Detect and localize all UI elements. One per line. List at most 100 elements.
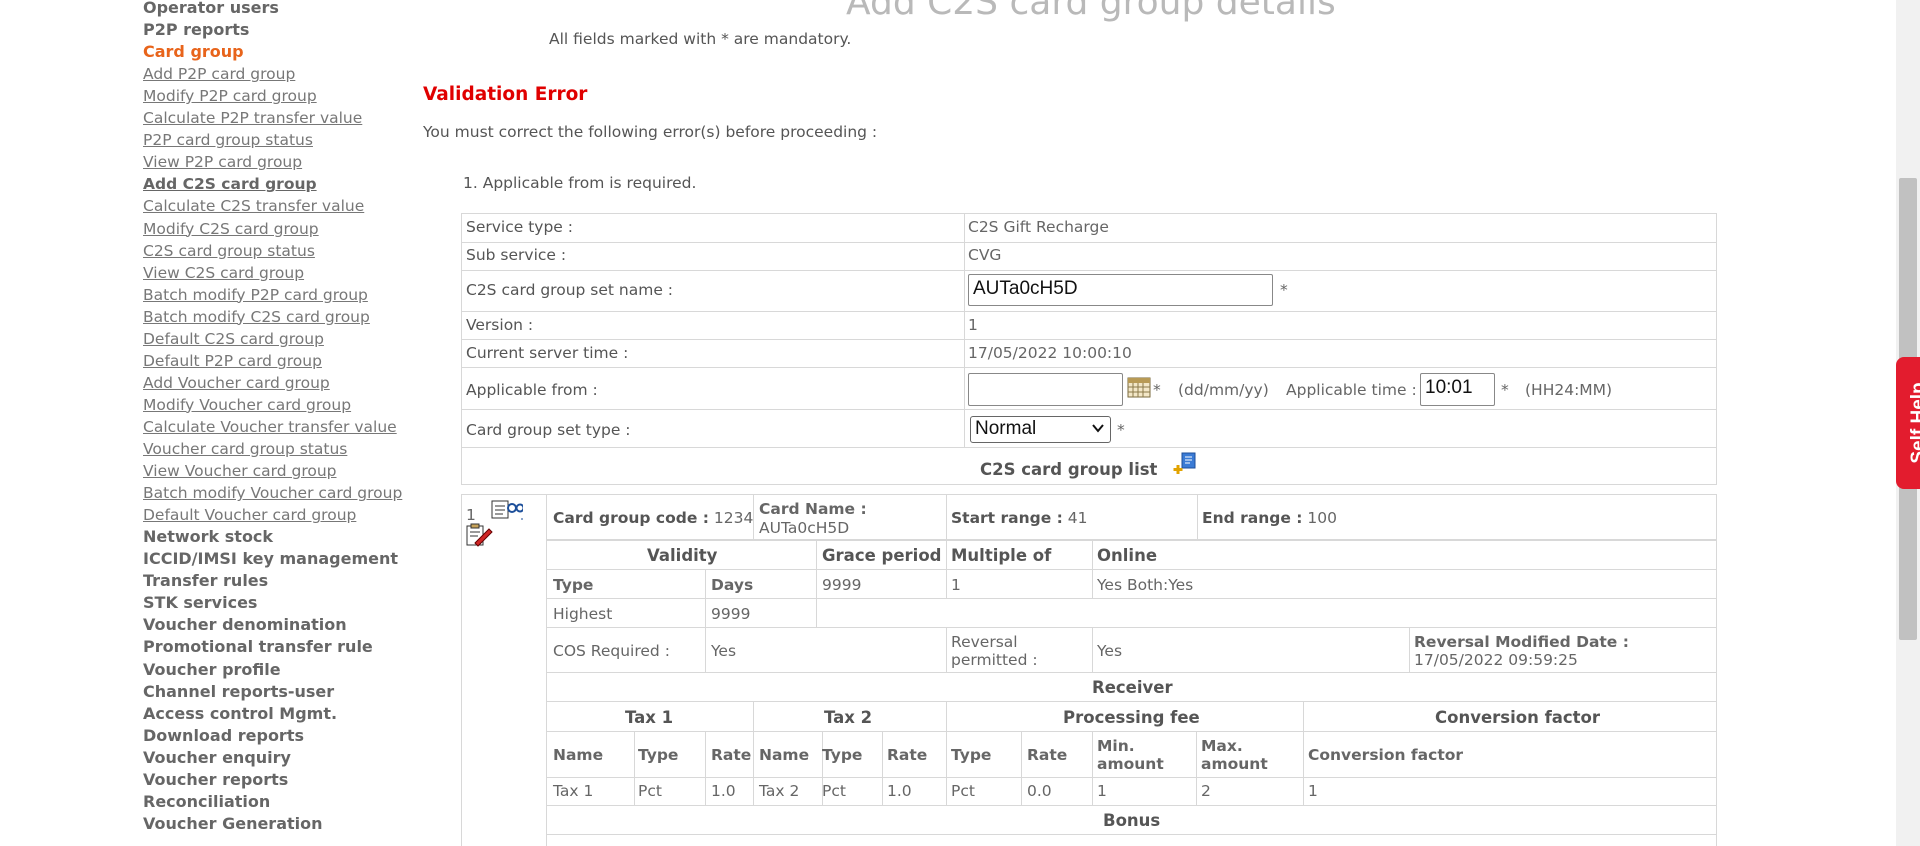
conversion-col: Conversion factor (1308, 746, 1464, 764)
tax2-header: Tax 2 (824, 708, 873, 727)
calendar-icon[interactable] (1127, 376, 1151, 398)
receiver-header: Receiver (1092, 678, 1173, 697)
sidebar-item-view-c2s-card-group[interactable]: View C2S card group (143, 263, 304, 283)
row-divider (546, 598, 1717, 599)
tax1-type-value: Pct (638, 782, 662, 800)
sidebar-item-modify-p2p-card-group[interactable]: Modify P2P card group (143, 86, 317, 106)
add-card-group-icon[interactable] (1172, 451, 1198, 477)
sidebar-item-modify-voucher-card-group[interactable]: Modify Voucher card group (143, 395, 351, 415)
sidebar-item-batch-modify-voucher-card-group[interactable]: Batch modify Voucher card group (143, 483, 402, 503)
sidebar-item-calculate-p2p-transfer-value[interactable]: Calculate P2P transfer value (143, 108, 362, 128)
start-range-label: Start range : (951, 509, 1063, 527)
sidebar-item-add-voucher-card-group[interactable]: Add Voucher card group (143, 373, 330, 393)
sidebar-item-voucher-denomination[interactable]: Voucher denomination (143, 615, 347, 635)
sidebar-item-voucher-profile[interactable]: Voucher profile (143, 660, 281, 680)
time-format-hint: (HH24:MM) (1525, 381, 1613, 399)
validity-days-header: Days (711, 576, 754, 594)
col-divider (964, 213, 965, 447)
row-divider (546, 701, 1717, 702)
sidebar-item-network-stock[interactable]: Network stock (143, 527, 273, 547)
col-divider (634, 731, 635, 805)
sidebar-item-promotional-transfer-rule[interactable]: Promotional transfer rule (143, 637, 373, 657)
processing-fee-header: Processing fee (1063, 708, 1200, 727)
set-type-select[interactable]: Normal (970, 416, 1111, 443)
sidebar-item-default-p2p-card-group[interactable]: Default P2P card group (143, 351, 322, 371)
validity-header: Validity (647, 546, 718, 565)
sidebar-item-download-reports[interactable]: Download reports (143, 726, 304, 746)
row-number: 1 (466, 506, 476, 524)
sidebar-item-iccid-imsi-key-management[interactable]: ICCID/IMSI key management (143, 549, 398, 569)
sidebar-item-calculate-c2s-transfer-value[interactable]: Calculate C2S transfer value (143, 196, 364, 216)
sidebar-item-voucher-reports[interactable]: Voucher reports (143, 770, 288, 790)
fee-max-value: 2 (1201, 782, 1211, 800)
sidebar-item-access-control-mgmt[interactable]: Access control Mgmt. (143, 704, 337, 724)
col-divider (1303, 701, 1304, 805)
version-value: 1 (968, 316, 978, 334)
tax2-rate-value: 1.0 (887, 782, 912, 800)
col-divider (705, 627, 706, 672)
row-divider (546, 627, 1717, 628)
sidebar-item-channel-reports-user[interactable]: Channel reports-user (143, 682, 334, 702)
sidebar-item-p2p-card-group-status[interactable]: P2P card group status (143, 130, 313, 150)
tax2-type-col: Type (822, 746, 863, 764)
date-format-hint: (dd/mm/yy) (1178, 381, 1269, 399)
chevron-down-icon (1091, 420, 1105, 442)
col-divider (1197, 494, 1198, 540)
row-divider (461, 367, 1717, 368)
sidebar-item-batch-modify-p2p-card-group[interactable]: Batch modify P2P card group (143, 285, 368, 305)
sidebar-item-calculate-voucher-transfer-value[interactable]: Calculate Voucher transfer value (143, 417, 397, 437)
sidebar-item-reconciliation[interactable]: Reconciliation (143, 792, 270, 812)
col-divider (816, 540, 817, 627)
row-divider (461, 270, 1717, 271)
online-value: Yes Both:Yes (1097, 576, 1194, 594)
applicable-from-input[interactable] (968, 373, 1123, 406)
tax2-rate-col: Rate (887, 746, 928, 764)
applicable-time-input[interactable]: 10:01 (1420, 373, 1495, 406)
col-divider (946, 540, 947, 598)
sidebar-item-c2s-card-group-status[interactable]: C2S card group status (143, 241, 315, 261)
sidebar-item-view-voucher-card-group[interactable]: View Voucher card group (143, 461, 337, 481)
reversal-date-value: 17/05/2022 09:59:25 (1414, 651, 1578, 669)
online-header: Online (1097, 546, 1158, 565)
sidebar-item-default-voucher-card-group[interactable]: Default Voucher card group (143, 505, 356, 525)
page-title: Add C2S card group details (846, 0, 1336, 23)
row-divider (461, 409, 1717, 410)
sidebar-item-transfer-rules[interactable]: Transfer rules (143, 571, 268, 591)
card-group-code-label: Card group code : (553, 509, 709, 527)
fee-min-col: Min. amount (1097, 737, 1164, 773)
sidebar-item-view-p2p-card-group[interactable]: View P2P card group (143, 152, 302, 172)
sidebar-item-voucher-card-group-status[interactable]: Voucher card group status (143, 439, 347, 459)
sidebar-item-voucher-enquiry[interactable]: Voucher enquiry (143, 748, 291, 768)
fee-type-col: Type (951, 746, 992, 764)
col-divider (946, 627, 947, 672)
edit-icon[interactable] (465, 523, 493, 547)
sidebar-item-stk-services[interactable]: STK services (143, 593, 257, 613)
tax1-name-value: Tax 1 (553, 782, 594, 800)
sidebar-item-operator-users[interactable]: Operator users (143, 0, 279, 18)
sidebar-item-add-c2s-card-group[interactable]: Add C2S card group (143, 174, 317, 194)
sidebar-item-card-group[interactable]: Card group (143, 42, 244, 62)
tax1-header: Tax 1 (625, 708, 674, 727)
card-name-label: Card Name : (759, 500, 867, 518)
grace-header: Grace period (822, 546, 942, 565)
service-type-label: Service type : (466, 218, 573, 236)
service-type-value: C2S Gift Recharge (968, 218, 1109, 236)
set-type-selected: Normal (975, 418, 1037, 439)
sidebar-item-modify-c2s-card-group[interactable]: Modify C2S card group (143, 219, 319, 239)
view-icon[interactable] (491, 498, 525, 520)
self-help-button[interactable]: Self Help (1896, 357, 1920, 489)
conversion-factor-header: Conversion factor (1435, 708, 1601, 727)
sidebar-item-batch-modify-c2s-card-group[interactable]: Batch modify C2S card group (143, 307, 370, 327)
validation-error-intro: You must correct the following error(s) … (423, 123, 878, 141)
sidebar-item-default-c2s-card-group[interactable]: Default C2S card group (143, 329, 324, 349)
row-divider (546, 805, 1717, 806)
col-divider (1092, 731, 1093, 805)
set-name-input[interactable]: AUTa0cH5D (968, 274, 1273, 306)
cos-value: Yes (711, 642, 737, 660)
sidebar-item-voucher-generation[interactable]: Voucher Generation (143, 814, 323, 834)
card-group-code-value: 1234 (713, 509, 754, 527)
sidebar-item-add-p2p-card-group[interactable]: Add P2P card group (143, 64, 295, 84)
self-help-label: Self Help (1908, 382, 1920, 464)
sidebar-item-p2p-reports[interactable]: P2P reports (143, 20, 249, 40)
multiple-header: Multiple of (951, 546, 1052, 565)
